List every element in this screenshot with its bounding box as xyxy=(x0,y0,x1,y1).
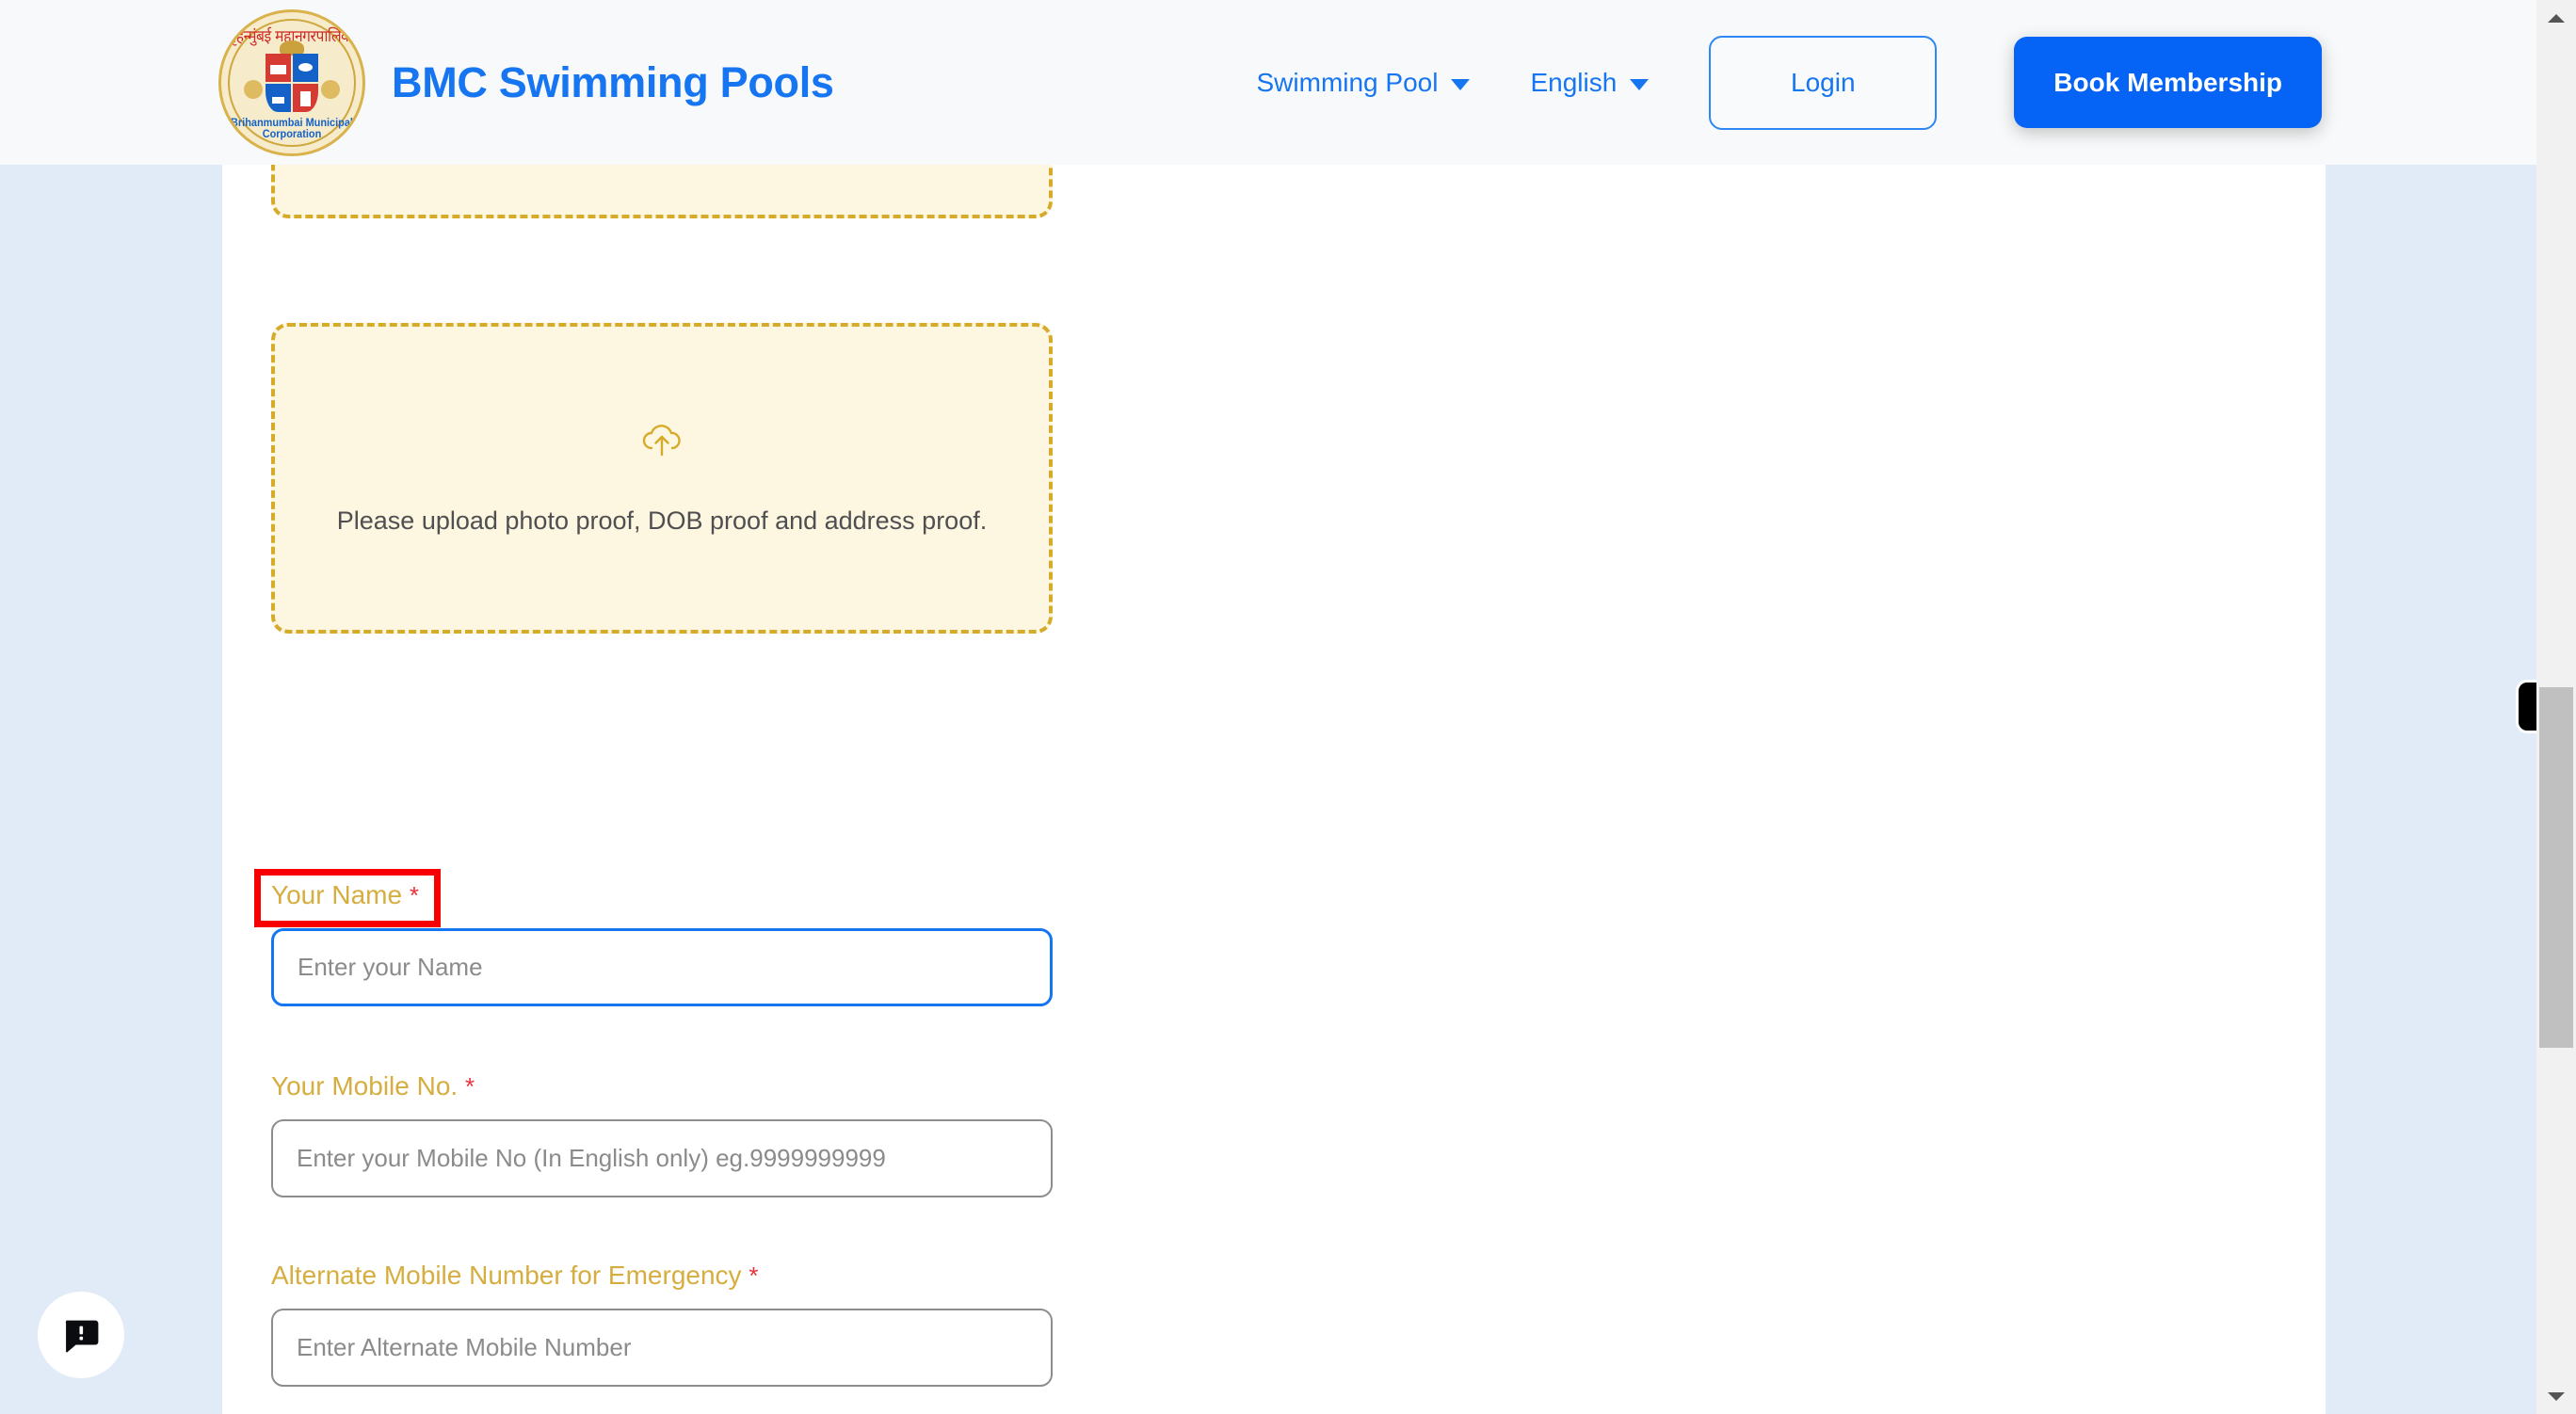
scroll-up-arrow[interactable] xyxy=(2536,2,2576,34)
chat-alert-icon xyxy=(65,1320,99,1353)
upload-dropzone[interactable]: Please upload photo proof, DOB proof and… xyxy=(271,323,1053,634)
field-your-mobile-label: Your Mobile No. * xyxy=(271,1071,475,1101)
field-alternate-mobile: Alternate Mobile Number for Emergency * xyxy=(271,1261,1053,1387)
chevron-down-icon xyxy=(1451,78,1471,90)
your-mobile-input[interactable] xyxy=(271,1119,1053,1197)
site-header: बृहन्मुंबई महानगरपालिका Brihanmumbai Mun… xyxy=(0,0,2536,165)
field-your-name-label: Your Name * xyxy=(271,880,419,909)
brand-logo-group[interactable]: बृहन्मुंबई महानगरपालिका Brihanmumbai Mun… xyxy=(218,8,834,156)
nav-item-language[interactable]: English xyxy=(1530,67,1650,98)
your-name-input[interactable] xyxy=(271,928,1053,1006)
upload-instruction-text: Please upload photo proof, DOB proof and… xyxy=(336,506,988,535)
nav-item-language-label: English xyxy=(1530,67,1618,97)
cloud-upload-icon xyxy=(640,421,684,463)
login-button[interactable]: Login xyxy=(1709,35,1938,130)
seal-wreath-left xyxy=(244,79,263,99)
browser-viewport: बृहन्मुंबई महानगरपालिका Brihanmumbai Mun… xyxy=(0,0,2576,1414)
scroll-position-marker xyxy=(2516,680,2536,733)
field-alternate-mobile-label: Alternate Mobile Number for Emergency * xyxy=(271,1261,759,1290)
seal-wreath-right xyxy=(321,79,340,99)
scroll-down-arrow[interactable] xyxy=(2536,1380,2576,1412)
vertical-scrollbar[interactable] xyxy=(2536,0,2576,1414)
field-your-mobile: Your Mobile No. * xyxy=(271,1071,1053,1197)
book-membership-button[interactable]: Book Membership xyxy=(2014,37,2322,128)
required-asterisk: * xyxy=(464,1072,475,1101)
field-your-name: Your Name * xyxy=(254,869,1053,1006)
required-asterisk: * xyxy=(409,881,419,909)
seal-english-text: Brihanmumbai Municipal Corporation xyxy=(231,117,353,140)
header-nav: Swimming Pool English Login Book Members… xyxy=(1257,35,2322,130)
alternate-mobile-input[interactable] xyxy=(271,1309,1053,1387)
scrollbar-thumb[interactable] xyxy=(2539,687,2573,1048)
nav-item-swimming-pool[interactable]: Swimming Pool xyxy=(1257,68,1471,98)
chevron-down-icon xyxy=(1630,78,1650,90)
nav-item-swimming-pool-label: Swimming Pool xyxy=(1256,67,1439,97)
required-asterisk: * xyxy=(749,1261,759,1290)
bmc-seal-logo: बृहन्मुंबई महानगरपालिका Brihanmumbai Mun… xyxy=(218,8,365,156)
chat-widget-button[interactable] xyxy=(38,1292,124,1378)
brand-title: BMC Swimming Pools xyxy=(392,57,834,106)
seal-shield xyxy=(266,53,318,112)
content-card: Please upload photo proof, DOB proof and… xyxy=(222,52,2326,1414)
page-content-area: बृहन्मुंबई महानगरपालिका Brihanmumbai Mun… xyxy=(0,0,2536,1414)
